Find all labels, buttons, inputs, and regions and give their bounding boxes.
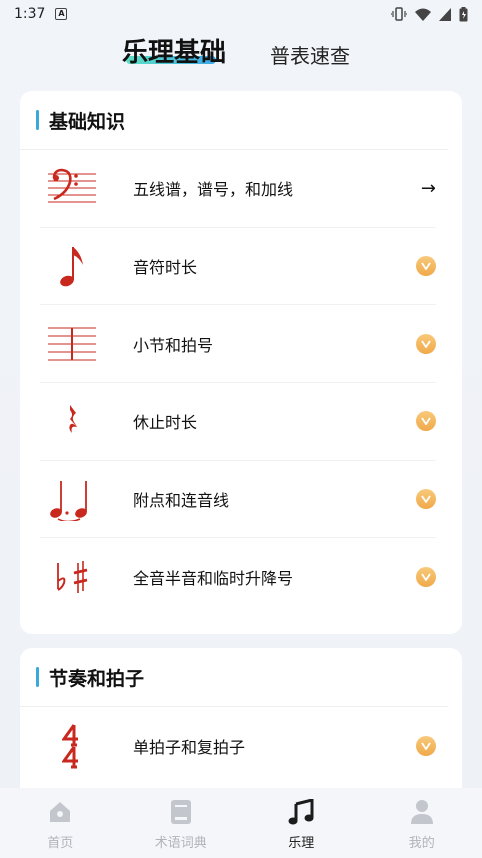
rhythm-meter-card: 节奏和拍子 单拍子和复拍子: [20, 648, 462, 808]
lesson-item-staff-clefs[interactable]: 五线谱，谱号，和加线 →: [40, 150, 436, 228]
vibrate-icon: [391, 7, 407, 21]
section-title: 节奏和拍子: [49, 667, 145, 690]
row-end: [416, 567, 436, 588]
nav-label: 首页: [47, 836, 74, 851]
lesson-label: 休止时长: [133, 413, 198, 433]
lesson-label: 音符时长: [133, 258, 198, 278]
completed-check-icon: [416, 735, 436, 756]
bottom-nav: 首页 术语词典 乐理 我的: [0, 788, 482, 858]
battery-icon: [459, 6, 468, 21]
section-title: 基础知识: [49, 110, 126, 133]
completed-check-icon: [416, 411, 436, 432]
music-note-icon: [288, 798, 314, 826]
lesson-item-measures-time-signature[interactable]: 小节和拍号: [40, 305, 436, 384]
flat-sharp-icon: [42, 552, 102, 602]
nav-label: 术语词典: [154, 836, 207, 851]
tab-music-theory[interactable]: 乐理基础: [122, 32, 226, 69]
signal-icon: [439, 7, 451, 21]
lesson-item-rest-duration[interactable]: 休止时长: [40, 383, 436, 461]
completed-check-icon: [416, 567, 436, 588]
dictionary-icon: [170, 798, 192, 826]
row-end: [416, 411, 436, 432]
quarter-rest-icon: [42, 396, 102, 446]
arrow-right-icon: →: [420, 177, 436, 199]
lesson-item-note-duration[interactable]: 音符时长: [40, 228, 436, 306]
status-icons: [391, 6, 468, 22]
lesson-label: 单拍子和复拍子: [133, 737, 246, 757]
tab-quick-reference[interactable]: 普表速查: [270, 40, 350, 69]
top-tabs: 乐理基础 普表速查: [0, 30, 482, 74]
nav-home[interactable]: 首页: [0, 788, 121, 858]
status-bar: 1:37 A: [0, 0, 482, 28]
nav-label: 我的: [408, 836, 435, 851]
lesson-item-simple-compound-meter[interactable]: 单拍子和复拍子: [40, 707, 436, 785]
row-end: [416, 735, 436, 756]
time-signature-icon: [42, 721, 102, 771]
lesson-item-tones-accidentals[interactable]: 全音半音和临时升降号: [40, 538, 436, 616]
completed-check-icon: [416, 256, 436, 277]
status-time: 1:37: [14, 6, 46, 22]
lesson-label: 小节和拍号: [133, 335, 214, 355]
staff-barline-icon: [42, 319, 102, 369]
lesson-label: 全音半音和临时升降号: [133, 569, 294, 589]
bass-clef-staff-icon: [42, 163, 102, 213]
row-end: [416, 333, 436, 354]
nav-music-theory[interactable]: 乐理: [241, 788, 362, 858]
basics-card: 基础知识 五线谱，谱号，和加线 → 音符时长 小节和拍号 休止时长 附点和连音线…: [20, 91, 462, 634]
completed-check-icon: [416, 489, 436, 510]
wifi-icon: [415, 8, 431, 21]
home-icon: [48, 798, 72, 826]
section-header: 节奏和拍子: [20, 648, 448, 707]
section-accent-bar: [36, 110, 39, 130]
nav-profile[interactable]: 我的: [362, 788, 482, 858]
lesson-item-dots-ties[interactable]: 附点和连音线: [40, 461, 436, 539]
lesson-label: 附点和连音线: [133, 491, 230, 511]
lesson-label: 五线谱，谱号，和加线: [133, 180, 294, 200]
row-end: [416, 489, 436, 510]
section-header: 基础知识: [20, 91, 448, 150]
section-accent-bar: [36, 667, 39, 687]
eighth-note-icon: [42, 241, 102, 291]
row-end: [416, 256, 436, 277]
nav-dictionary[interactable]: 术语词典: [121, 788, 242, 858]
nav-label: 乐理: [288, 836, 315, 851]
dotted-tie-notes-icon: [42, 474, 102, 524]
status-a-icon: A: [55, 8, 68, 20]
profile-icon: [410, 798, 434, 826]
completed-check-icon: [416, 333, 436, 354]
